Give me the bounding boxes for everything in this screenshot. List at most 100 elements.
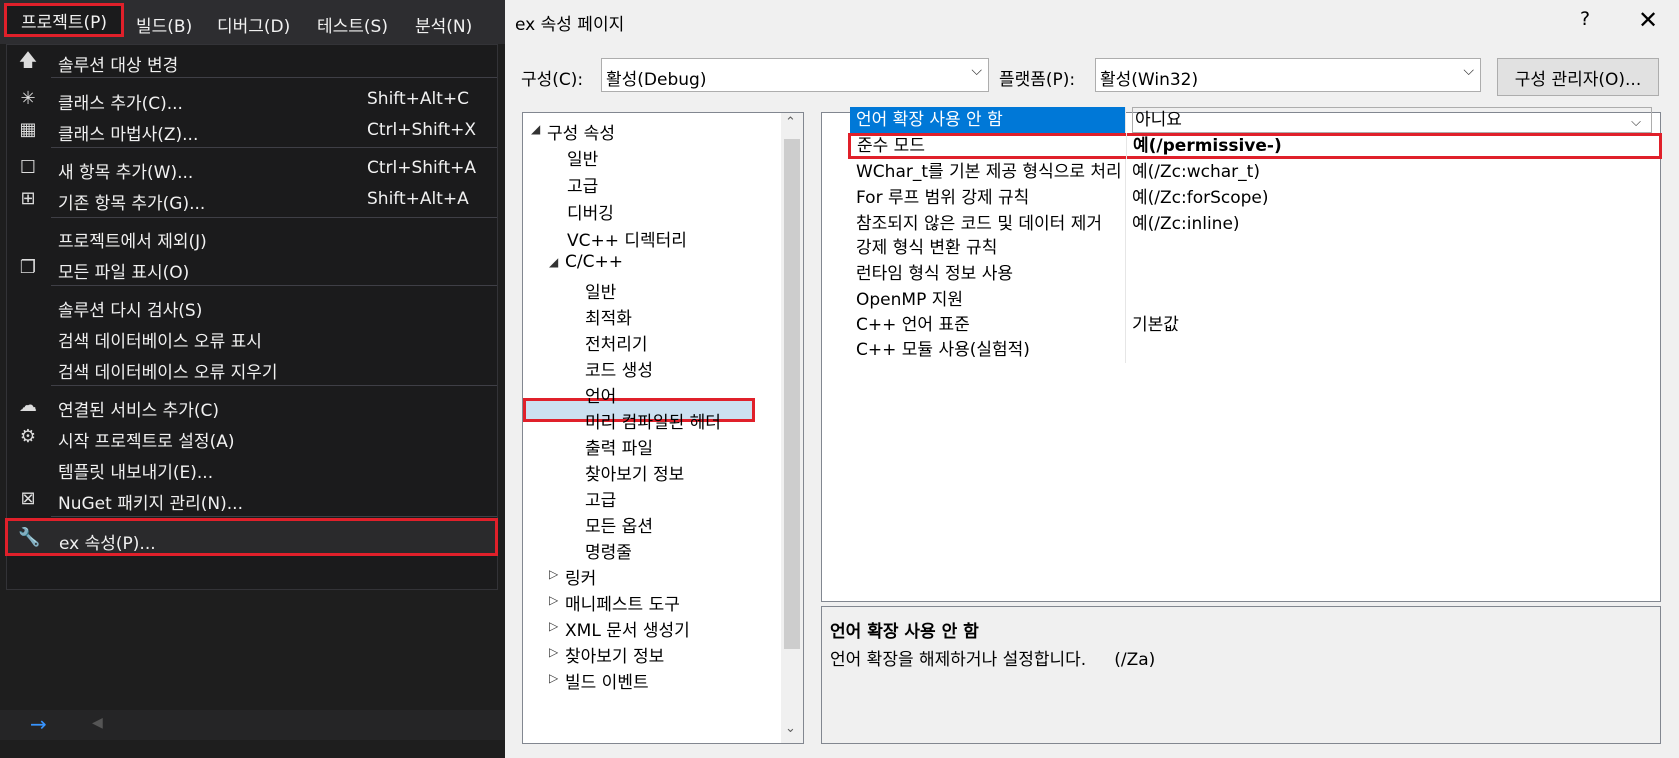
property-name: C++ 언어 표준 [850,312,1126,338]
connected-service-icon: ☁ [19,395,37,416]
expand-arrow-icon[interactable]: ▷ [549,671,558,685]
menu-item-new-item[interactable]: ☐ 새 항목 추가(W)... Ctrl+Shift+A [7,153,497,183]
property-name: 런타임 형식 정보 사용 [850,261,1126,287]
config-manager-button[interactable]: 구성 관리자(O)... [1497,58,1659,96]
description-body: 언어 확장을 해제하거나 설정합니다. [830,650,1087,670]
property-row[interactable]: WChar_t를 기본 제공 형식으로 처리 예(/Zc:wchar_t) [850,159,1660,185]
existing-item-icon: ⊞ [20,188,36,209]
show-files-icon: ❐ [19,257,37,278]
property-value [1132,261,1652,287]
property-name: For 루프 범위 강제 규칙 [850,185,1126,211]
gear-icon: ⚙ [19,426,37,447]
menu-debug[interactable]: 디버그(D) [217,12,290,37]
menu-item-add-class[interactable]: ✳ 클래스 추가(C)... Shift+Alt+C [7,84,497,114]
property-tree[interactable]: ◢ 구성 속성 일반 고급 디버깅 VC++ 디렉터리 ◢ C/C++ 일반 최적화… [522,112,804,744]
config-manager-label: 구성 관리자(O)... [1514,69,1642,90]
chevron-down-icon: ⌵ [1463,63,1474,79]
menu-separator [51,285,497,286]
arrow-right-icon[interactable]: → [30,712,47,736]
menu-item-export-template[interactable]: 템플릿 내보내기(E)... [7,453,497,483]
property-row[interactable]: OpenMP 지원 [850,287,1660,313]
property-value [1132,287,1652,313]
collapse-arrow-icon[interactable]: ◢ [531,122,540,136]
scrollbar-thumb[interactable] [784,139,800,649]
menu-item-add-connected-service[interactable]: ☁ 연결된 서비스 추가(C) [7,391,497,421]
menu-separator [51,516,497,517]
expand-arrow-icon[interactable]: ▷ [549,619,558,633]
property-row[interactable]: C++ 언어 표준 기본값 [850,312,1660,338]
property-row[interactable]: 런타임 형식 정보 사용 [850,261,1660,287]
property-pages-dialog: ex 속성 페이지 ? ✕ 구성(C): 활성(Debug) ⌵ 플랫폼(P):… [505,0,1679,758]
description-text: 언어 확장을 해제하거나 설정합니다. (/Za) [830,645,1155,670]
property-value [1132,235,1652,261]
arrow-up-icon: 🡅 [18,50,38,71]
property-value-dropdown[interactable]: 아니요 ⌵ [1132,107,1652,133]
menu-item-show-db-errors[interactable]: 검색 데이터베이스 오류 표시 [7,322,497,352]
menu-separator [51,147,497,148]
menu-item-existing-item[interactable]: ⊞ 기존 항목 추가(G)... Shift+Alt+A [7,184,497,214]
menu-project-label: 프로젝트(P) [20,12,108,33]
property-row[interactable]: 강제 형식 변환 규칙 [850,235,1660,261]
chevron-down-icon: ⌵ [971,63,982,79]
collapse-arrow-icon[interactable]: ◢ [549,255,558,269]
menu-test[interactable]: 테스트(S) [317,12,388,37]
menu-separator [51,217,497,218]
help-button[interactable]: ? [1573,8,1597,30]
expand-arrow-icon[interactable]: ▷ [549,593,558,607]
menu-build[interactable]: 빌드(B) [136,12,192,37]
menu-item-set-startup-project[interactable]: ⚙ 시작 프로젝트로 설정(A) [7,422,497,452]
menu-project[interactable]: 프로젝트(P) [4,3,124,37]
menu-analyze[interactable]: 분석(N) [415,12,472,37]
property-row[interactable]: 참조되지 않은 코드 및 데이터 제거 예(/Zc:inline) [850,211,1660,237]
arrow-left-icon[interactable]: ◀ [92,715,103,731]
property-name: 언어 확장 사용 안 함 [850,107,1126,133]
property-row[interactable]: C++ 모듈 사용(실험적) [850,337,1660,363]
menu-item-clear-db-errors[interactable]: 검색 데이터베이스 오류 지우기 [7,353,497,383]
config-combo[interactable]: 활성(Debug) ⌵ [601,58,989,92]
property-name: 강제 형식 변환 규칙 [850,235,1126,261]
property-row[interactable]: 언어 확장 사용 안 함 아니요 ⌵ [850,107,1660,133]
property-row[interactable]: For 루프 범위 강제 규칙 예(/Zc:forScope) [850,185,1660,211]
property-value: 예(/Zc:wchar_t) [1132,162,1260,182]
property-grid: 언어 확장 사용 안 함 아니요 ⌵ 준수 모드 예(/permissive-) … [821,107,1662,602]
tree-scrollbar[interactable]: ⌃ ⌄ [781,113,803,743]
property-name: OpenMP 지원 [850,287,1126,313]
property-row-highlighted[interactable]: 준수 모드 예(/permissive-) [848,133,1662,159]
platform-label: 플랫폼(P): [999,70,1076,90]
new-item-icon: ☐ [19,157,37,178]
menu-item-project-properties[interactable]: 🔧 ex 속성(P)... [5,518,498,556]
menu-item-manage-nuget[interactable]: ⊠ NuGet 패키지 관리(N)... [7,484,497,514]
expand-arrow-icon[interactable]: ▷ [549,645,558,659]
platform-combo-value: 활성(Win32) [1100,70,1199,90]
description-panel: 언어 확장 사용 안 함 언어 확장을 해제하거나 설정합니다. (/Za) [821,606,1661,744]
menu-item-exclude-from-project[interactable]: 프로젝트에서 제외(J) [7,222,497,252]
menu-item-retarget-solution[interactable]: 🡅 솔루션 대상 변경 [7,46,497,76]
wrench-icon: 🔧 [18,527,41,548]
property-name: 준수 모드 [851,133,1127,159]
project-menu-dropdown: 🡅 솔루션 대상 변경 ✳ 클래스 추가(C)... Shift+Alt+C ▦… [5,44,498,590]
description-title: 언어 확장 사용 안 함 [830,622,979,642]
description-flag: (/Za) [1114,650,1156,670]
config-combo-value: 활성(Debug) [606,70,707,90]
dialog-title: ex 속성 페이지 [515,15,625,35]
menu-item-class-wizard[interactable]: ▦ 클래스 마법사(Z)... Ctrl+Shift+X [7,115,497,145]
ide-bottom-toolbar: → ◀ [0,710,505,740]
menu-separator [51,77,497,78]
property-name: 참조되지 않은 코드 및 데이터 제거 [850,211,1126,237]
chevron-down-icon[interactable]: ⌵ [1631,111,1641,135]
property-name: WChar_t를 기본 제공 형식으로 처리 [850,159,1126,185]
expand-arrow-icon[interactable]: ▷ [549,567,558,581]
platform-combo[interactable]: 활성(Win32) ⌵ [1095,58,1481,92]
chevron-up-icon[interactable]: ⌃ [785,115,796,130]
add-class-icon: ✳ [20,88,36,109]
menu-item-show-all-files[interactable]: ❐ 모든 파일 표시(O) [7,253,497,283]
menu-separator [51,385,497,386]
package-icon: ⊠ [20,488,36,509]
property-value: 예(/Zc:forScope) [1132,188,1269,208]
close-button[interactable]: ✕ [1633,6,1663,34]
property-value [1132,337,1652,363]
class-wizard-icon: ▦ [19,119,37,140]
chevron-down-icon[interactable]: ⌄ [785,721,796,736]
property-value: 아니요 [1135,110,1182,130]
menu-item-rescan-solution[interactable]: 솔루션 다시 검사(S) [7,291,497,321]
